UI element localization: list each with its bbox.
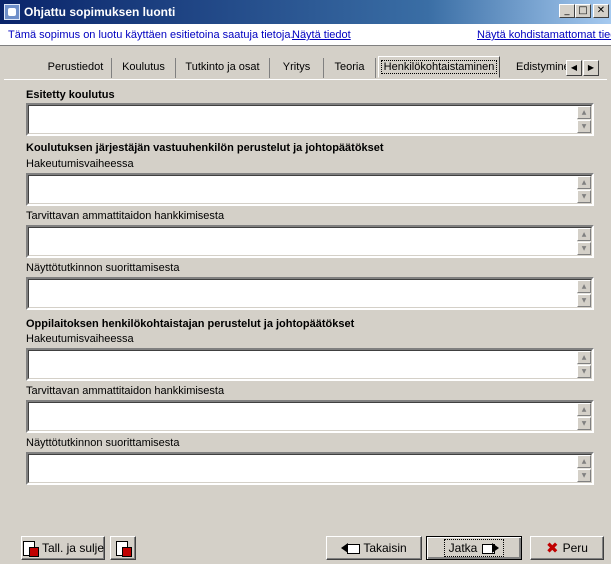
back-button[interactable]: Takaisin <box>326 536 422 560</box>
next-label: Jatka <box>448 541 478 555</box>
textarea-inner-border <box>28 227 592 256</box>
section-heading-henkilokohtaistaja: Oppilaitoksen henkilökohtaistajan perust… <box>26 318 355 330</box>
scroll-down-button[interactable]: ▼ <box>577 469 591 482</box>
info-bar: Tämä sopimus on luotu käyttäen esitietoi… <box>0 24 611 46</box>
show-unassigned-link[interactable]: Näytä kohdistamattomat tiedot <box>477 29 611 41</box>
scroll-down-button[interactable]: ▼ <box>577 120 591 133</box>
scroll-up-button[interactable]: ▲ <box>577 280 591 293</box>
section-heading-vastuuhenkilo: Koulutuksen järjestäjän vastuuhenkilön p… <box>26 142 384 154</box>
vastuuhenkilo-ammattitaito-textarea[interactable]: ▲ ▼ <box>26 225 594 258</box>
forward-hand-icon <box>481 542 500 554</box>
save-button[interactable] <box>110 536 136 560</box>
label-nayttotutkinnon-suorittamisesta: Näyttötutkinnon suorittamisesta <box>26 262 180 274</box>
textarea-inner-border <box>28 350 592 379</box>
textarea-scrollbar[interactable]: ▲ ▼ <box>577 176 591 203</box>
scroll-up-button[interactable]: ▲ <box>577 228 591 241</box>
label-ammattitaidon-hankkimisesta: Tarvittavan ammattitaidon hankkimisesta <box>26 210 225 222</box>
save-icon <box>22 540 39 557</box>
cancel-label: Peru <box>562 541 588 555</box>
label-hakeutumisvaiheessa: Hakeutumisvaiheessa <box>26 333 134 345</box>
tab-label: Henkilökohtaistaminen <box>380 60 498 74</box>
window-title: Ohjattu sopimuksen luonti <box>24 5 176 19</box>
textarea-inner-border <box>28 105 592 134</box>
textarea-scrollbar[interactable]: ▲ ▼ <box>577 228 591 255</box>
tab-label: Tutkinto ja osat <box>185 61 260 73</box>
minimize-button[interactable]: _ <box>559 4 575 18</box>
tab-tutkinto-ja-osat[interactable]: Tutkinto ja osat <box>176 58 270 78</box>
app-icon <box>4 4 20 20</box>
tab-edistyminen[interactable]: Edistymine <box>508 58 566 78</box>
vastuuhenkilo-hakeutuminen-textarea[interactable]: ▲ ▼ <box>26 173 594 206</box>
scroll-up-button[interactable]: ▲ <box>577 455 591 468</box>
tab-henkilokohtaistaminen[interactable]: Henkilökohtaistaminen <box>378 56 500 78</box>
scroll-down-button[interactable]: ▼ <box>577 365 591 378</box>
tab-label: Edistymine <box>516 61 566 73</box>
textarea-inner-border <box>28 175 592 204</box>
henkilokohtaistaja-nayttotutkinto-textarea[interactable]: ▲ ▼ <box>26 452 594 485</box>
textarea-scrollbar[interactable]: ▲ ▼ <box>577 106 591 133</box>
cancel-button[interactable]: ✖ Peru <box>530 536 604 560</box>
save-and-close-button[interactable]: Tall. ja sulje <box>21 536 105 560</box>
tab-scroll-right-button[interactable]: ▶ <box>583 60 599 76</box>
maximize-button[interactable]: □ <box>575 4 591 18</box>
red-x-icon: ✖ <box>546 539 559 557</box>
label-hakeutumisvaiheessa: Hakeutumisvaiheessa <box>26 158 134 170</box>
save-icon <box>115 540 132 557</box>
scroll-down-button[interactable]: ▼ <box>577 417 591 430</box>
esitetty-koulutus-textarea[interactable]: ▲ ▼ <box>26 103 594 136</box>
scroll-up-button[interactable]: ▲ <box>577 403 591 416</box>
label-nayttotutkinnon-suorittamisesta: Näyttötutkinnon suorittamisesta <box>26 437 180 449</box>
tab-label: Teoria <box>334 61 365 73</box>
next-focus-rect: Jatka <box>443 539 505 557</box>
tab-label: Koulutus <box>122 61 165 73</box>
scroll-up-button[interactable]: ▲ <box>577 106 591 119</box>
textarea-scrollbar[interactable]: ▲ ▼ <box>577 351 591 378</box>
scroll-up-button[interactable]: ▲ <box>577 351 591 364</box>
tab-strip: Perustiedot Koulutus Tutkinto ja osat Yr… <box>0 54 611 80</box>
textarea-scrollbar[interactable]: ▲ ▼ <box>577 280 591 307</box>
show-details-link[interactable]: Näytä tiedot <box>292 29 351 41</box>
tab-yritys[interactable]: Yritys <box>270 58 324 78</box>
next-button[interactable]: Jatka <box>426 536 522 560</box>
label-ammattitaidon-hankkimisesta: Tarvittavan ammattitaidon hankkimisesta <box>26 385 225 397</box>
section-heading-esitetty-koulutus: Esitetty koulutus <box>26 89 115 101</box>
henkilokohtaistaja-ammattitaito-textarea[interactable]: ▲ ▼ <box>26 400 594 433</box>
scroll-down-button[interactable]: ▼ <box>577 190 591 203</box>
scroll-up-button[interactable]: ▲ <box>577 176 591 189</box>
close-button[interactable]: ✕ <box>593 4 609 18</box>
back-label: Takaisin <box>363 541 407 555</box>
textarea-inner-border <box>28 402 592 431</box>
info-message: Tämä sopimus on luotu käyttäen esitietoi… <box>8 29 294 41</box>
window-title-bar[interactable]: Ohjattu sopimuksen luonti _ □ ✕ <box>0 0 611 24</box>
scroll-down-button[interactable]: ▼ <box>577 294 591 307</box>
tab-label: Perustiedot <box>47 61 104 73</box>
textarea-inner-border <box>28 279 592 308</box>
tab-panel-border <box>4 79 607 80</box>
textarea-inner-border <box>28 454 592 483</box>
tab-teoria[interactable]: Teoria <box>324 58 376 78</box>
tab-perustiedot[interactable]: Perustiedot <box>40 58 112 78</box>
back-hand-icon <box>341 542 361 554</box>
tab-label: Yritys <box>282 61 311 73</box>
tab-scroll-left-button[interactable]: ◀ <box>566 60 582 76</box>
scroll-down-button[interactable]: ▼ <box>577 242 591 255</box>
save-and-close-label: Tall. ja sulje <box>41 541 104 555</box>
vastuuhenkilo-nayttotutkinto-textarea[interactable]: ▲ ▼ <box>26 277 594 310</box>
tab-koulutus[interactable]: Koulutus <box>112 58 176 78</box>
henkilokohtaistaja-hakeutuminen-textarea[interactable]: ▲ ▼ <box>26 348 594 381</box>
textarea-scrollbar[interactable]: ▲ ▼ <box>577 403 591 430</box>
textarea-scrollbar[interactable]: ▲ ▼ <box>577 455 591 482</box>
